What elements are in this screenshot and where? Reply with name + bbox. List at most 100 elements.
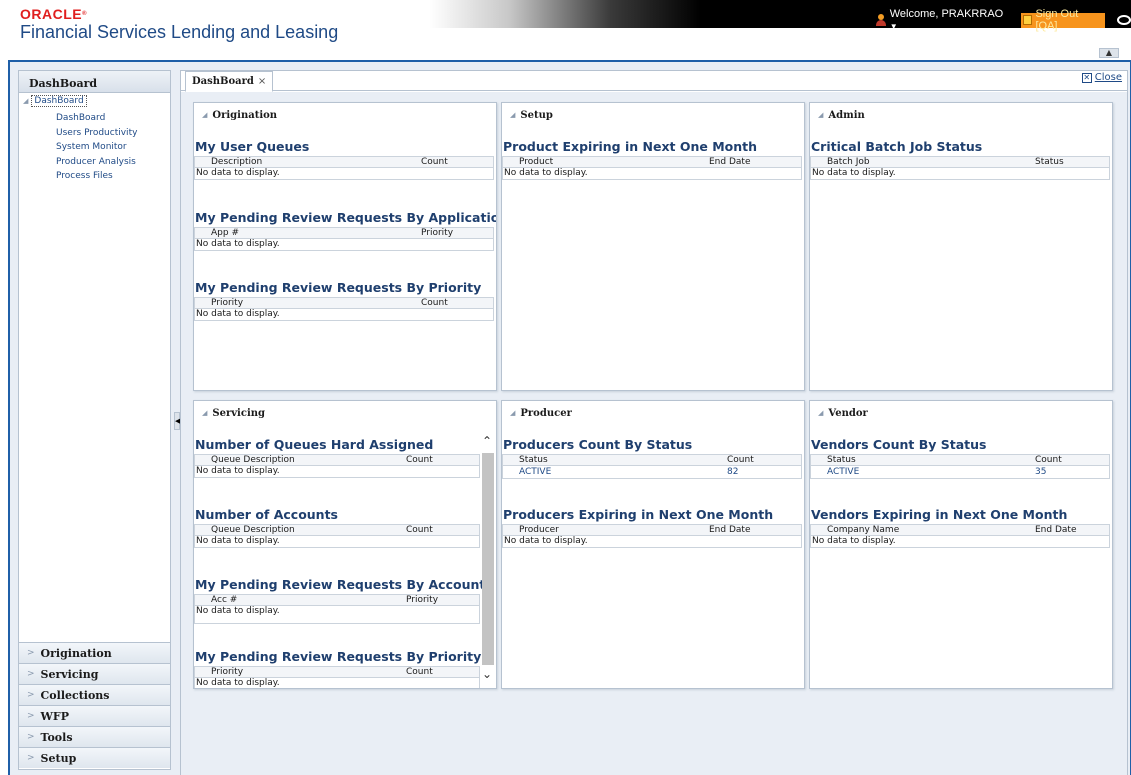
panel-header[interactable]: ◢ Vendor [810, 401, 1112, 425]
sidebar-item-producer-analysis[interactable]: Producer Analysis [56, 155, 137, 170]
section-pending-by-priority: My Pending Review Requests By Priority P… [194, 280, 494, 321]
column-header[interactable]: Priority [405, 228, 453, 238]
accordion-setup[interactable]: > Setup [19, 747, 170, 768]
column-header[interactable]: Count [405, 298, 448, 308]
accordion-wfp[interactable]: > WFP [19, 705, 170, 726]
ring-icon[interactable] [1117, 15, 1131, 25]
app-title: Financial Services Lending and Leasing [20, 22, 339, 42]
sidebar-item-process-files[interactable]: Process Files [56, 169, 137, 184]
empty-message: No data to display. [194, 536, 480, 548]
triangle-expanded-icon: ◢ [818, 111, 824, 119]
tree-root[interactable]: ◢ DashBoard [23, 95, 87, 107]
row-status: ACTIVE [519, 467, 552, 477]
panel-header[interactable]: ◢ Setup [502, 103, 804, 127]
close-label: Close [1094, 72, 1122, 83]
section-title: My Pending Review Requests By Priority [195, 649, 482, 664]
column-header[interactable]: Queue Description [195, 525, 390, 535]
column-header[interactable]: App # [195, 228, 405, 238]
column-header[interactable]: Status [811, 455, 1019, 465]
section-title: Producers Expiring in Next One Month [503, 507, 774, 522]
sidebar-item-system-monitor[interactable]: System Monitor [56, 140, 137, 155]
column-header[interactable]: Status [503, 455, 711, 465]
accordion-label: Origination [40, 646, 112, 660]
scrollbar-thumb[interactable] [482, 453, 494, 665]
accordion-label: Servicing [40, 667, 99, 681]
column-header[interactable]: Count [390, 667, 433, 677]
column-header[interactable]: Company Name [811, 525, 1019, 535]
accordion-origination[interactable]: > Origination [19, 642, 170, 663]
column-header[interactable]: Count [390, 525, 433, 535]
panel-producer: ◢ Producer Producers Count By Status Stat… [501, 400, 805, 689]
chevron-up-icon[interactable]: ⌃ [482, 434, 492, 448]
sidebar-title[interactable]: DashBoard [19, 71, 170, 93]
column-header[interactable]: Producer [503, 525, 693, 535]
section-title: My Pending Review Requests By Accounts [195, 577, 493, 592]
panel-header[interactable]: ◢ Admin [810, 103, 1112, 127]
column-header[interactable]: End Date [693, 525, 750, 535]
accordion-collections[interactable]: > Collections [19, 684, 170, 705]
column-header[interactable]: Count [711, 455, 754, 465]
chevron-right-icon: > [27, 732, 35, 742]
column-header[interactable]: Status [1019, 157, 1064, 167]
table-header: Product End Date [502, 156, 802, 168]
section-title: My Pending Review Requests By Priority [195, 280, 482, 295]
panel-setup: ◢ Setup Product Expiring in Next One Mont… [501, 102, 805, 391]
panel-header[interactable]: ◢ Producer [502, 401, 804, 425]
tab-dashboard[interactable]: DashBoard × [185, 71, 274, 92]
column-header[interactable]: Queue Description [195, 455, 390, 465]
triangle-expanded-icon: ◢ [202, 409, 208, 417]
column-header[interactable]: Priority [195, 667, 390, 677]
triangle-expanded-icon[interactable]: ◢ [23, 97, 28, 105]
table-header: Company Name End Date [810, 524, 1110, 536]
empty-message: No data to display. [502, 168, 802, 180]
sidebar-item-users-productivity[interactable]: Users Productivity [56, 126, 137, 141]
column-header[interactable]: Product [503, 157, 693, 167]
section-title: My Pending Review Requests By Applicatio… [195, 210, 497, 225]
column-header[interactable]: Acc # [195, 595, 390, 605]
tab-close-icon[interactable]: × [258, 76, 266, 87]
triangle-expanded-icon: ◢ [818, 409, 824, 417]
column-header[interactable]: Count [405, 157, 448, 167]
table-header: Priority Count [194, 666, 480, 678]
column-header[interactable]: End Date [693, 157, 750, 167]
column-header[interactable]: Batch Job [811, 157, 1019, 167]
column-header[interactable]: End Date [1019, 525, 1076, 535]
accordion-label: Tools [40, 730, 73, 744]
column-header[interactable]: Priority [195, 298, 405, 308]
table-row[interactable]: ACTIVE 82 [502, 466, 802, 479]
chevron-right-icon: > [27, 669, 35, 679]
accordion-tools[interactable]: > Tools [19, 726, 170, 747]
column-header[interactable]: Priority [390, 595, 438, 605]
welcome-menu[interactable]: Welcome, PRAKRRAO ▼ [890, 8, 1011, 32]
collapse-header-button[interactable]: ▲ [1099, 48, 1119, 58]
empty-message: No data to display. [810, 168, 1110, 180]
signout-button[interactable]: Sign Out [QA] [1020, 8, 1106, 32]
panel-title: Vendor [828, 407, 868, 419]
panel-header[interactable]: ◢ Origination [194, 103, 496, 127]
empty-message: No data to display. [194, 168, 494, 180]
section-number-of-accounts: Number of Accounts Queue Description Coun… [194, 507, 480, 548]
oracle-logo: ORACLE® [20, 7, 87, 21]
close-button[interactable]: ✕ Close [1081, 72, 1122, 83]
table-row[interactable]: ACTIVE 35 [810, 466, 1110, 479]
chevron-down-icon[interactable]: ⌄ [482, 667, 492, 681]
column-header[interactable]: Description [195, 157, 405, 167]
section-vendors-count-by-status: Vendors Count By Status Status Count ACTI… [810, 437, 1110, 479]
sidebar-item-dashboard[interactable]: DashBoard [56, 111, 137, 126]
column-header[interactable]: Count [1019, 455, 1062, 465]
panel-servicing: ◢ Servicing Number of Queues Hard Assigne… [193, 400, 497, 689]
section-servicing-pending-by-priority: My Pending Review Requests By Priority P… [194, 649, 482, 688]
table-header: Producer End Date [502, 524, 802, 536]
table-header: App # Priority [194, 227, 494, 239]
panel-title: Servicing [212, 407, 266, 419]
panel-vendor: ◢ Vendor Vendors Count By Status Status Co… [809, 400, 1113, 689]
section-product-expiring: Product Expiring in Next One Month Produ… [502, 139, 802, 180]
table-header: Status Count [502, 454, 802, 466]
panel-header[interactable]: ◢ Servicing [194, 401, 496, 425]
column-header[interactable]: Count [390, 455, 433, 465]
vertical-scrollbar[interactable]: ⌃ ⌄ [481, 425, 495, 687]
accordion-servicing[interactable]: > Servicing [19, 663, 170, 684]
panel-title: Admin [828, 109, 865, 121]
tree-root-label[interactable]: DashBoard [31, 95, 87, 107]
panel-admin: ◢ Admin Critical Batch Job Status Batch J… [809, 102, 1113, 391]
